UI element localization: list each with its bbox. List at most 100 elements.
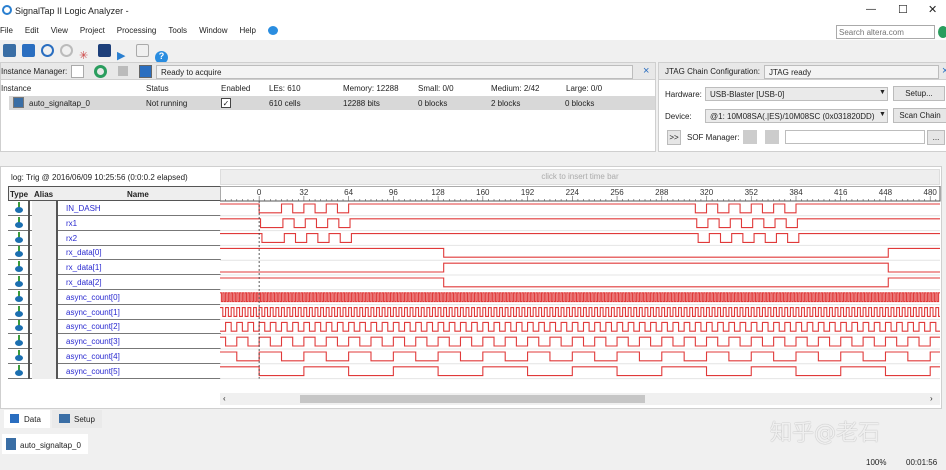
title-bar: SignalTap II Logic Analyzer - — ☐ ✕ xyxy=(0,0,946,22)
browse-button[interactable]: ... xyxy=(927,130,945,145)
undo-icon[interactable] xyxy=(41,44,54,57)
signal-row[interactable]: rx_data[1] xyxy=(8,260,221,276)
column-header[interactable]: Medium: 2/42 xyxy=(491,84,539,93)
watermark: 知乎@老石 xyxy=(770,421,881,446)
signal-row[interactable]: async_count[3] xyxy=(8,334,221,350)
column-header[interactable]: Status xyxy=(146,84,169,93)
waveform-display[interactable]: 0 32 64 96 128 160 192 224 256 288 320 352 384 416 448… xyxy=(220,186,942,381)
minimize-button[interactable]: — xyxy=(866,4,876,15)
autorun-icon[interactable] xyxy=(136,44,149,57)
waveform-rx1 xyxy=(220,218,940,229)
read-data-icon[interactable] xyxy=(139,65,152,78)
signal-type-icon xyxy=(8,319,30,335)
jtag-close[interactable]: × xyxy=(942,65,946,77)
column-header[interactable]: Memory: 12288 xyxy=(343,84,399,93)
scroll-right-arrow[interactable]: › xyxy=(930,394,933,403)
menu-help[interactable]: Help xyxy=(240,26,256,35)
waveform-rx_data[2] xyxy=(220,277,940,288)
tick-label: 96 xyxy=(389,188,398,197)
waveform-async_count[1] xyxy=(220,307,940,317)
les-value: 610 cells xyxy=(269,99,301,108)
alias-cell xyxy=(32,319,58,335)
setup-button[interactable]: Setup... xyxy=(893,86,945,101)
horizontal-scrollbar[interactable]: ‹ › xyxy=(220,393,940,405)
column-header[interactable]: Small: 0/0 xyxy=(418,84,454,93)
save-icon[interactable] xyxy=(22,44,35,57)
signal-row[interactable]: IN_DASH xyxy=(8,201,221,216)
close-button[interactable]: ✕ xyxy=(928,3,937,16)
tab-data[interactable]: Data xyxy=(4,410,50,428)
status-bar: 100% 00:01:56 xyxy=(0,455,946,470)
time-ruler[interactable] xyxy=(220,186,941,202)
signal-name: rx_data[1] xyxy=(66,263,102,273)
tick-label: 352 xyxy=(745,188,759,197)
device-select[interactable]: @1: 10M08SA(.|ES)/10M08SC (0x031820DD) xyxy=(705,109,888,123)
enabled-checkbox[interactable]: ✓ xyxy=(221,98,231,108)
maximize-button[interactable]: ☐ xyxy=(898,3,908,16)
stop-analysis-icon[interactable] xyxy=(118,66,128,76)
signal-row[interactable]: async_count[5] xyxy=(8,363,221,379)
time-bar-area[interactable]: click to insert time bar xyxy=(220,169,940,185)
help-bubble-icon[interactable] xyxy=(268,26,278,35)
signal-row[interactable]: rx_data[2] xyxy=(8,275,221,290)
signal-name: async_count[3] xyxy=(66,337,120,347)
signal-row[interactable]: async_count[0] xyxy=(8,289,221,305)
column-header[interactable]: Large: 0/0 xyxy=(566,84,602,93)
tick-label: 320 xyxy=(700,188,714,197)
attach-icon[interactable] xyxy=(765,130,779,144)
instance-icon[interactable] xyxy=(3,44,16,57)
scan-chain-button[interactable]: Scan Chain xyxy=(893,108,946,123)
menu-window[interactable]: Window xyxy=(199,26,227,35)
instance-manager-close[interactable]: × xyxy=(643,65,649,77)
instance-tab[interactable]: auto_signaltap_0 xyxy=(2,434,88,454)
binoculars-icon[interactable] xyxy=(98,44,111,57)
signal-name: rx_data[2] xyxy=(66,278,102,287)
expand-button[interactable]: >> xyxy=(667,130,681,145)
globe-icon[interactable] xyxy=(938,26,946,38)
autorun-analysis-icon[interactable] xyxy=(71,65,84,78)
tick-label: 256 xyxy=(610,188,624,197)
menu-project[interactable]: Project xyxy=(80,26,105,35)
run-icon[interactable]: ▶ xyxy=(117,49,130,62)
tick-label: 128 xyxy=(431,188,445,197)
hardware-label: Hardware: xyxy=(665,90,702,99)
alias-cell xyxy=(32,289,58,305)
signal-row[interactable]: rx1 xyxy=(8,215,221,231)
column-header[interactable]: Instance xyxy=(1,84,31,93)
waveform-rx_data[1] xyxy=(220,262,940,273)
menu-bar: File Edit View Project Processing Tools Window… xyxy=(0,22,946,40)
signal-name: async_count[5] xyxy=(66,366,120,376)
alias-cell xyxy=(32,363,58,379)
signal-type-icon xyxy=(8,304,30,320)
column-header[interactable]: Enabled xyxy=(221,84,250,93)
signal-row[interactable]: async_count[1] xyxy=(8,304,221,320)
tab-setup[interactable]: Setup xyxy=(52,410,102,428)
table-row[interactable]: auto_signaltap_0 Not running ✓ 610 cells… xyxy=(9,96,655,110)
small-value: 0 blocks xyxy=(418,99,448,108)
alias-header: Alias xyxy=(34,190,54,199)
run-analysis-icon[interactable] xyxy=(94,65,107,78)
menu-view[interactable]: View xyxy=(51,26,68,35)
signal-row[interactable]: rx_data[0] xyxy=(8,245,221,261)
node-finder-icon[interactable]: ✳ xyxy=(79,49,92,62)
signal-row[interactable]: async_count[4] xyxy=(8,349,221,364)
search-input[interactable] xyxy=(836,25,935,39)
redo-icon[interactable] xyxy=(60,44,73,57)
menu-tools[interactable]: Tools xyxy=(168,26,187,35)
scroll-thumb[interactable] xyxy=(300,395,645,403)
signal-name: rx2 xyxy=(66,233,78,243)
hardware-select[interactable]: USB-Blaster [USB-0] xyxy=(705,87,888,101)
instance-icon xyxy=(6,438,16,450)
signal-type-icon xyxy=(8,275,30,290)
signal-row[interactable]: rx2 xyxy=(8,230,221,246)
scroll-left-arrow[interactable]: ‹ xyxy=(223,394,226,403)
menu-processing[interactable]: Processing xyxy=(117,26,157,35)
signal-row[interactable]: async_count[2] xyxy=(8,319,221,335)
menu-edit[interactable]: Edit xyxy=(25,26,39,35)
sof-file-input[interactable] xyxy=(785,130,925,144)
waveform-panel: log: Trig @ 2016/06/09 10:25:56 (0:0:0.2… xyxy=(0,166,942,409)
menu-file[interactable]: File xyxy=(0,26,13,35)
waveform-async_count[5] xyxy=(220,366,940,377)
program-device-icon[interactable] xyxy=(743,130,757,144)
column-header[interactable]: LEs: 610 xyxy=(269,84,301,93)
